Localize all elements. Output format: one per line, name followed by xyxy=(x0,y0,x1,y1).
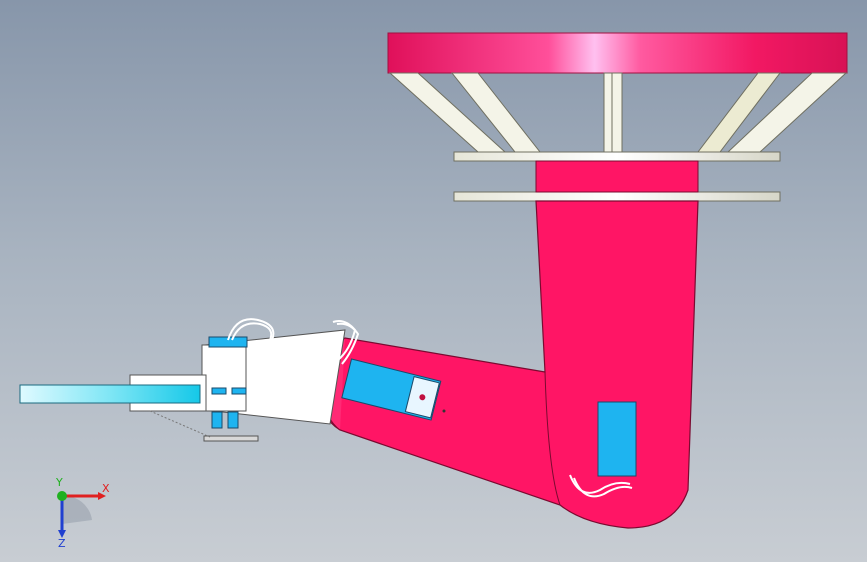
arm-pivot-dot xyxy=(442,409,446,413)
wrist-block xyxy=(201,344,247,412)
support-struts xyxy=(388,72,848,153)
3d-viewport[interactable]: X Y Z xyxy=(0,0,867,562)
gripper-finger xyxy=(19,384,201,404)
robot-arm-model[interactable] xyxy=(0,0,867,562)
upper-ring xyxy=(453,151,781,162)
shoulder-column xyxy=(535,160,699,193)
x-axis-label: X xyxy=(102,482,110,495)
lower-ring xyxy=(453,191,781,202)
gripper-wire xyxy=(149,410,211,438)
coordinate-triad: X Y Z xyxy=(55,478,110,548)
wrist-slot-3 xyxy=(211,411,223,429)
wrist-base-plate xyxy=(203,435,259,442)
upper-servo xyxy=(597,401,637,477)
wrist-slot-2 xyxy=(231,387,247,395)
wrist-slot-4 xyxy=(227,411,239,429)
y-axis-label: Y xyxy=(55,478,63,489)
y-axis-dot-icon xyxy=(57,491,67,501)
wrist-slot-1 xyxy=(211,387,227,395)
z-axis-label: Z xyxy=(58,537,66,548)
upper-arm xyxy=(318,200,699,529)
base-plate xyxy=(387,32,848,74)
triad-shadow xyxy=(62,495,92,524)
